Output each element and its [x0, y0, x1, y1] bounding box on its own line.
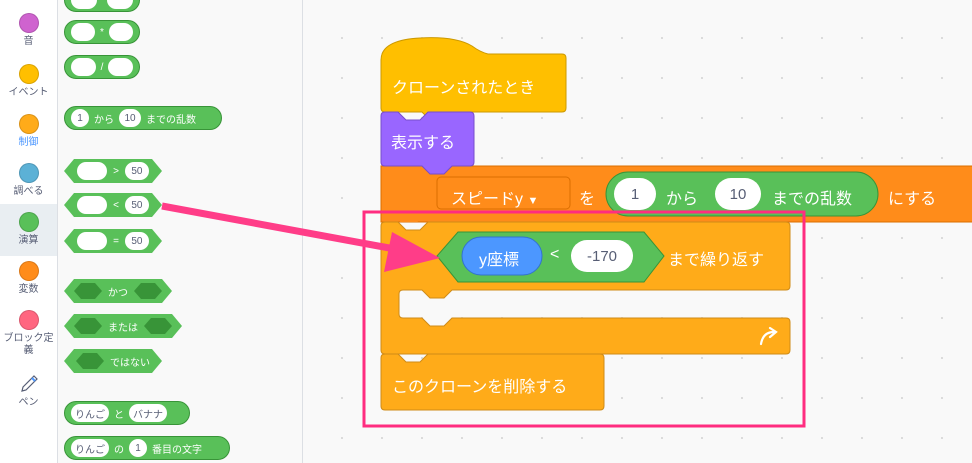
set-text: を: [579, 191, 596, 208]
show-block-label[interactable]: 表示する: [391, 129, 455, 153]
set-suffix: にする: [888, 191, 937, 208]
random-label: までの乱数: [772, 191, 853, 208]
delete-clone-label[interactable]: このクローンを削除する: [392, 373, 567, 397]
variable-dropdown-label[interactable]: スピードy ▼: [451, 185, 538, 209]
y-position-label[interactable]: y座標: [479, 246, 519, 270]
less-than-op: <: [550, 246, 560, 263]
random-to-input[interactable]: 10: [715, 178, 761, 210]
dropdown-caret-icon: ▼: [527, 195, 539, 207]
random-text: から: [666, 191, 699, 208]
compare-value-input[interactable]: -170: [571, 240, 633, 272]
variable-name: スピードy: [451, 191, 524, 208]
random-from-input[interactable]: 1: [614, 178, 656, 210]
hat-block-label[interactable]: クローンされたとき: [392, 74, 535, 98]
repeat-until-label[interactable]: まで繰り返す: [668, 246, 764, 270]
